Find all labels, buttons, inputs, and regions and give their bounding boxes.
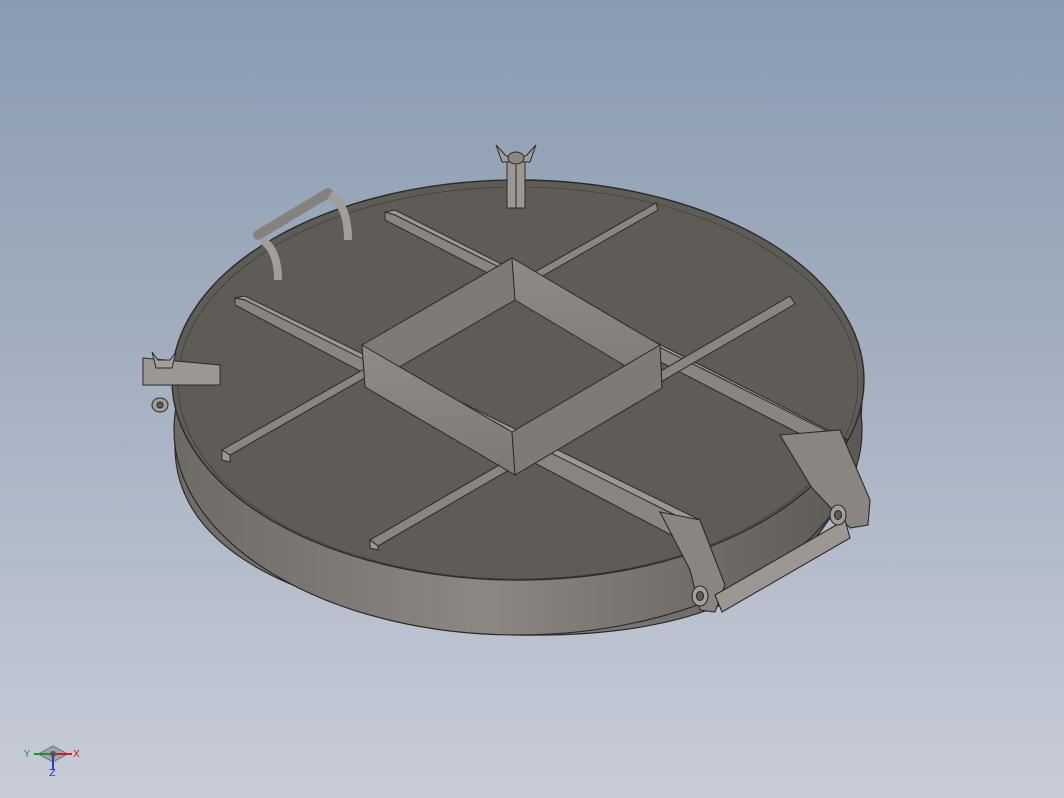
hinge-pin-left-inner: [695, 590, 705, 602]
hatch-cover-model[interactable]: [0, 0, 1064, 798]
cad-viewport[interactable]: X Y Z: [0, 0, 1064, 798]
wing-nut-left-icon: [151, 351, 177, 369]
triad-z-label: Z: [49, 768, 56, 779]
orientation-triad[interactable]: X Y Z: [18, 738, 88, 782]
triad-y-label: Y: [24, 749, 31, 760]
triad-x-label: X: [73, 749, 80, 760]
cover-top-face[interactable]: [171, 179, 865, 581]
hinge-pin-right-inner: [833, 509, 843, 521]
